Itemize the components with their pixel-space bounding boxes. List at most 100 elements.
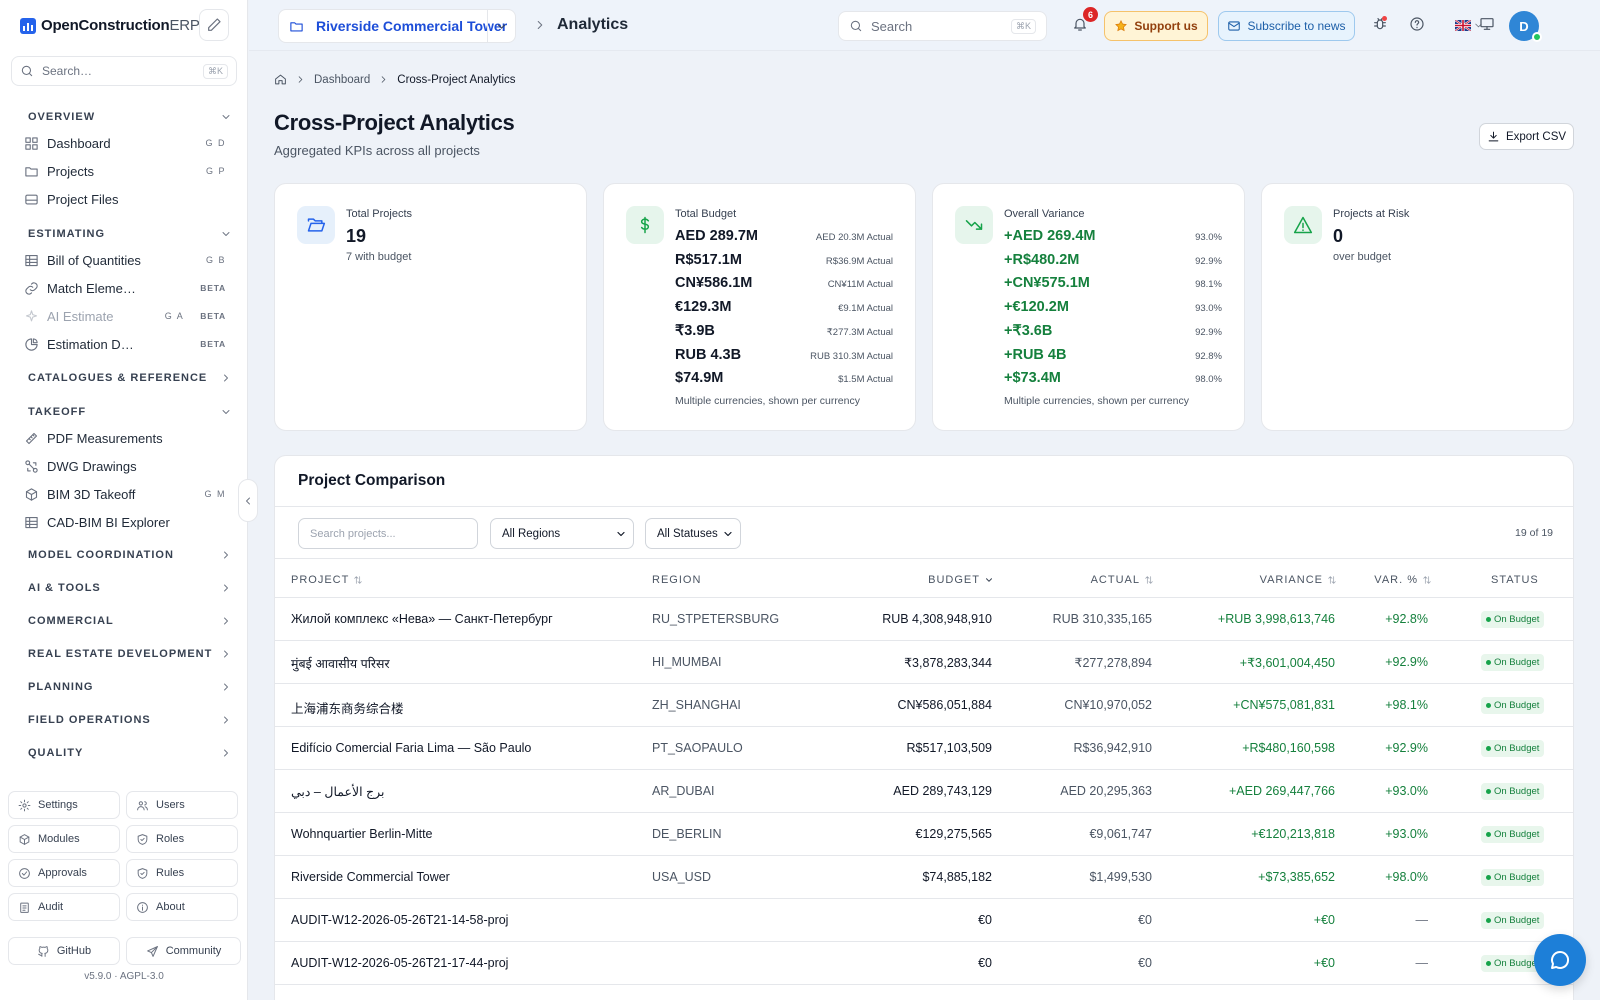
- sidebar-item-dashboard[interactable]: Dashboard G D: [24, 131, 232, 155]
- section-field-operations[interactable]: FIELD OPERATIONS: [28, 714, 232, 726]
- rules-button[interactable]: Rules: [126, 859, 238, 887]
- cell-project[interactable]: Wohnquartier Berlin-Mitte: [291, 827, 433, 841]
- sidebar-item-boq[interactable]: Bill of Quantities G B: [24, 248, 232, 272]
- sidebar-item-cad-bim-explorer[interactable]: CAD-BIM BI Explorer: [24, 510, 232, 534]
- project-search-input[interactable]: [298, 518, 478, 549]
- send-icon: [146, 945, 158, 957]
- sidebar-item-bim-takeoff[interactable]: BIM 3D Takeoff G M: [24, 482, 232, 506]
- variance-currency-row: +₹3.6B 92.9%: [1004, 323, 1222, 339]
- export-csv-button[interactable]: Export CSV: [1479, 123, 1574, 150]
- sidebar-item-pdf-measurements[interactable]: PDF Measurements: [24, 426, 232, 450]
- section-overview[interactable]: OVERVIEW: [28, 111, 232, 123]
- section-planning[interactable]: PLANNING: [28, 681, 232, 693]
- support-button[interactable]: Support us: [1104, 11, 1208, 41]
- info-icon: [137, 901, 148, 913]
- section-label: FIELD OPERATIONS: [28, 714, 151, 726]
- status-dot: [1486, 746, 1491, 751]
- audit-label: Audit: [38, 901, 64, 913]
- chevron-right-icon: [224, 617, 228, 625]
- budget-currency-row: €129.3M €9.1M Actual: [675, 299, 893, 315]
- roles-button[interactable]: Roles: [126, 825, 238, 853]
- table-row[interactable]: मुंबई आवासीय परिसर HI_MUMBAI ₹3,878,283,34…: [275, 641, 1573, 684]
- column-header-actual[interactable]: ACTUAL: [1091, 574, 1154, 586]
- chat-support-button[interactable]: [1534, 934, 1586, 986]
- cell-variance: +AED 269,447,766: [1229, 784, 1335, 798]
- sidebar-item-dwg-drawings[interactable]: DWG Drawings: [24, 454, 232, 478]
- cell-variance: +RUB 3,998,613,746: [1217, 612, 1335, 626]
- settings-button[interactable]: Settings: [8, 791, 120, 819]
- github-button[interactable]: GitHub: [8, 937, 120, 965]
- variance-currency-row: +CN¥575.1M 98.1%: [1004, 275, 1222, 291]
- cell-variance: +€0: [1313, 913, 1335, 927]
- section-real-estate[interactable]: REAL ESTATE DEVELOPMENT: [28, 648, 232, 660]
- region-filter-select[interactable]: All Regions: [490, 518, 634, 549]
- cell-project[interactable]: Жилой комплекс «Нева» — Санкт-Петербург: [291, 612, 553, 626]
- sidebar-item-projects[interactable]: Projects G P: [24, 159, 232, 183]
- settings-label: Settings: [38, 799, 78, 811]
- new-item-button[interactable]: [199, 9, 229, 41]
- section-ai-tools[interactable]: AI & TOOLS: [28, 582, 232, 594]
- shield-check-icon: [137, 867, 148, 879]
- column-header-budget[interactable]: BUDGET: [928, 574, 994, 586]
- cell-project[interactable]: 上海浦东商务综合楼: [291, 698, 404, 717]
- uk-flag-icon[interactable]: [1455, 20, 1471, 31]
- table-row[interactable]: برج الأعمال – دبي AR_DUBAI AED 289,743,129…: [275, 770, 1573, 813]
- budget-actual: R$36.9M Actual: [825, 255, 893, 267]
- sidebar-item-estimation-dashboard[interactable]: Estimation D… BETA: [24, 332, 232, 356]
- section-commercial[interactable]: COMMERCIAL: [28, 615, 232, 627]
- column-header-project[interactable]: PROJECT: [291, 574, 363, 586]
- cell-project[interactable]: Edifício Comercial Faria Lima — São Paul…: [291, 741, 531, 755]
- app-logo[interactable]: OpenConstruction ERP: [20, 17, 200, 34]
- sidebar-collapse-button[interactable]: [238, 479, 258, 522]
- cell-project[interactable]: برج الأعمال – دبي: [291, 784, 384, 799]
- table-row[interactable]: 上海浦东商务综合楼 ZH_SHANGHAI CN¥586,051,884 CN¥10,…: [275, 684, 1573, 727]
- table-row[interactable]: Edifício Comercial Faria Lima — São Paul…: [275, 727, 1573, 770]
- table-row[interactable]: Riverside Commercial Tower USA_USD $74,885…: [275, 856, 1573, 899]
- approvals-button[interactable]: Approvals: [8, 859, 120, 887]
- about-button[interactable]: About: [126, 893, 238, 921]
- section-quality[interactable]: QUALITY: [28, 747, 232, 759]
- community-label: Community: [165, 945, 222, 957]
- audit-button[interactable]: Audit: [8, 893, 120, 921]
- table-row[interactable]: AUDIT-W12-2026-05-26T21-17-44-proj €0 €0 +€…: [275, 942, 1573, 985]
- chevron-left-icon: [246, 497, 250, 504]
- folder-icon: [25, 166, 38, 176]
- sidebar-item-ai-estimate[interactable]: AI Estimate G A BETA: [24, 304, 232, 328]
- sidebar-item-match-elements[interactable]: Match Eleme… BETA: [24, 276, 232, 300]
- table-row[interactable]: Жилой комплекс «Нева» — Санкт-Петербург R…: [275, 598, 1573, 641]
- shortcut: G D: [205, 138, 226, 148]
- status-filter-value: All Statuses: [657, 527, 718, 540]
- section-takeoff[interactable]: TAKEOFF: [28, 406, 232, 418]
- global-search[interactable]: Search ⌘K: [838, 11, 1047, 41]
- section-estimating[interactable]: ESTIMATING: [28, 228, 232, 240]
- roles-label: Roles: [156, 833, 185, 845]
- home-icon[interactable]: [274, 73, 287, 86]
- cell-project[interactable]: मुंबई आवासीय परिसर: [291, 655, 390, 672]
- monitor-icon[interactable]: [1479, 16, 1495, 32]
- shortcut: G A: [164, 311, 185, 321]
- section-label: QUALITY: [28, 747, 84, 759]
- project-selector-toggle[interactable]: [487, 10, 515, 42]
- table-row[interactable]: AUDIT-W12-2026-05-26T21-14-58-proj €0 €0 +€…: [275, 899, 1573, 942]
- kpi-note: 7 with budget: [346, 251, 412, 263]
- status-filter-select[interactable]: All Statuses: [645, 518, 741, 549]
- cell-project[interactable]: AUDIT-W12-2026-05-26T21-17-44-proj: [291, 956, 508, 970]
- section-catalogues[interactable]: CATALOGUES & REFERENCE: [28, 372, 232, 384]
- community-button[interactable]: Community: [126, 937, 241, 965]
- project-selector[interactable]: Riverside Commercial Tower: [278, 9, 516, 43]
- sidebar-item-project-files[interactable]: Project Files: [24, 187, 232, 211]
- breadcrumb-parent[interactable]: Dashboard: [314, 74, 370, 86]
- subscribe-button[interactable]: Subscribe to news: [1218, 11, 1355, 41]
- cell-project[interactable]: Riverside Commercial Tower: [291, 870, 450, 884]
- cell-project[interactable]: AUDIT-W12-2026-05-26T21-14-58-proj: [291, 913, 508, 927]
- users-button[interactable]: Users: [126, 791, 238, 819]
- column-header-var-pct[interactable]: VAR. %: [1374, 574, 1432, 586]
- sidebar-search[interactable]: Search… ⌘K: [11, 56, 237, 86]
- column-header-variance[interactable]: VARIANCE: [1260, 574, 1337, 586]
- search-icon: [21, 65, 33, 77]
- table-row[interactable]: Wohnquartier Berlin-Mitte DE_BERLIN €129,2…: [275, 813, 1573, 856]
- budget-actual: RUB 310.3M Actual: [810, 350, 893, 362]
- help-circle-icon[interactable]: [1409, 16, 1425, 32]
- modules-button[interactable]: Modules: [8, 825, 120, 853]
- section-model-coordination[interactable]: MODEL COORDINATION: [28, 549, 232, 561]
